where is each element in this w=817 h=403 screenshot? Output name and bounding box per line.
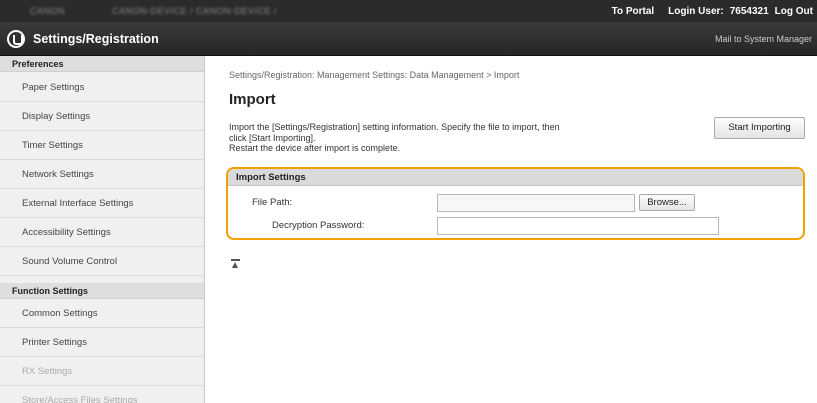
to-portal-link[interactable]: To Portal: [612, 6, 655, 17]
import-description: Import the [Settings/Registration] setti…: [229, 122, 649, 154]
sidebar-item-rx-settings[interactable]: RX Settings: [0, 357, 204, 386]
sidebar-section-function-settings: Function Settings: [0, 283, 204, 299]
login-user-id: 7654321: [729, 5, 769, 17]
sidebar-item-timer-settings[interactable]: Timer Settings: [0, 131, 204, 160]
decryption-password-label: Decryption Password:: [272, 220, 365, 231]
description-line: click [Start Importing].: [229, 132, 316, 143]
sidebar-item-accessibility-settings[interactable]: Accessibility Settings: [0, 218, 204, 247]
sidebar-item-network-settings[interactable]: Network Settings: [0, 160, 204, 189]
sidebar-item-paper-settings[interactable]: Paper Settings: [0, 73, 204, 102]
top-bar: CANON CANON-DEVICE / CANON-DEVICE / To P…: [0, 0, 817, 22]
user-area: To Portal Login User: 7654321 Log Out: [598, 0, 813, 22]
logout-link[interactable]: Log Out: [775, 6, 813, 17]
back-to-top-icon[interactable]: [231, 259, 240, 268]
decryption-password-field[interactable]: [437, 217, 719, 235]
sidebar-item-store-access-files-settings[interactable]: Store/Access Files Settings: [0, 386, 204, 403]
sidebar-item-sound-volume-control[interactable]: Sound Volume Control: [0, 247, 204, 276]
app-header: Settings/Registration Mail to System Man…: [0, 22, 817, 56]
sidebar-item-external-interface-settings[interactable]: External Interface Settings: [0, 189, 204, 218]
mail-to-system-manager-link[interactable]: Mail to System Manager: [715, 34, 812, 44]
import-settings-panel: Import Settings File Path: Browse... Dec…: [226, 167, 805, 240]
description-line: Restart the device after import is compl…: [229, 143, 401, 153]
file-path-field[interactable]: [437, 194, 635, 212]
description-line: Import the [Settings/Registration] setti…: [229, 122, 560, 132]
sidebar-item-printer-settings[interactable]: Printer Settings: [0, 328, 204, 357]
sidebar-section-preferences: Preferences: [0, 56, 204, 72]
sidebar: Preferences Paper Settings Display Setti…: [0, 56, 205, 403]
device-name-blurred: CANON: [30, 6, 66, 16]
app-title: Settings/Registration: [33, 31, 159, 46]
settings-registration-icon: [7, 30, 25, 48]
start-importing-button[interactable]: Start Importing: [714, 117, 805, 139]
breadcrumb: Settings/Registration: Management Settin…: [229, 70, 520, 80]
device-path-blurred: CANON-DEVICE / CANON-DEVICE /: [112, 6, 278, 16]
import-settings-header: Import Settings: [228, 169, 803, 186]
sidebar-item-common-settings[interactable]: Common Settings: [0, 299, 204, 328]
file-path-label: File Path:: [252, 197, 293, 208]
login-user-label: Login User:: [668, 5, 724, 17]
browse-button[interactable]: Browse...: [639, 194, 695, 211]
page-title: Import: [229, 91, 276, 108]
main-content: Settings/Registration: Management Settin…: [206, 56, 817, 403]
sidebar-item-display-settings[interactable]: Display Settings: [0, 102, 204, 131]
